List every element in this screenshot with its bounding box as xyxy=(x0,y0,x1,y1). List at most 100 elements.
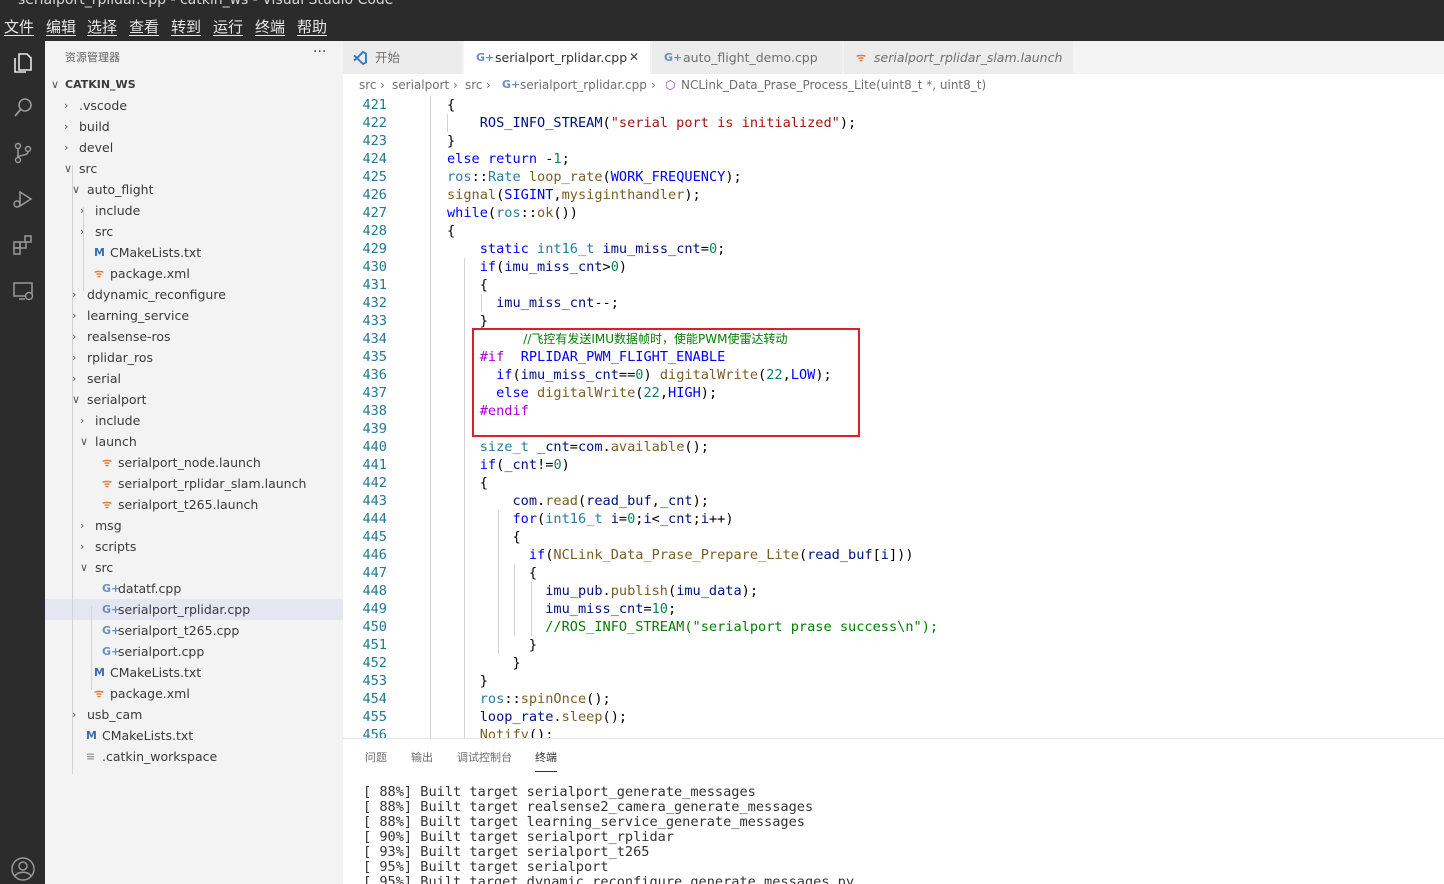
account-button[interactable] xyxy=(0,847,45,884)
tab-label: auto_flight_demo.cpp xyxy=(683,50,818,65)
tree-folder[interactable]: ∨ serialport xyxy=(45,389,343,410)
more-actions-button[interactable]: ··· xyxy=(313,44,326,60)
breadcrumb-item[interactable]: serialport xyxy=(392,74,449,96)
tab-welcome[interactable]: 开始 xyxy=(343,41,463,74)
tree-file[interactable]: G+ serialport.cpp xyxy=(45,641,343,662)
tree-file[interactable]: G+ datatf.cpp xyxy=(45,578,343,599)
tree-folder[interactable]: › learning_service xyxy=(45,305,343,326)
remote-explorer-button[interactable] xyxy=(0,269,45,313)
tab-serialport-rplidar-cpp[interactable]: G+ serialport_rplidar.cpp ✕ xyxy=(464,41,651,74)
tree-folder[interactable]: › src xyxy=(45,221,343,242)
code-line: { xyxy=(447,223,456,239)
tab-problems[interactable]: 问题 xyxy=(365,749,387,765)
title-bar: serialport_rplidar.cpp - catkin_ws - Vis… xyxy=(0,0,1444,13)
menu-edit[interactable]: 编辑 xyxy=(46,18,76,36)
cpp-file-icon: G+ xyxy=(502,78,521,91)
workspace-root[interactable]: ∨ CATKIN_WS xyxy=(45,74,343,95)
menu-go[interactable]: 转到 xyxy=(171,18,201,36)
tree-folder[interactable]: ∨ src xyxy=(45,158,343,179)
tree-folder[interactable]: ∨ src xyxy=(45,557,343,578)
chevron-right-icon: › xyxy=(64,120,69,133)
tree-file[interactable]: ᯤ package.xml xyxy=(45,263,343,284)
extensions-button[interactable] xyxy=(0,223,45,267)
line-number: 428 xyxy=(362,223,387,239)
tree-file[interactable]: M CMakeLists.txt xyxy=(45,242,343,263)
tab-label: serialport_rplidar_slam.launch xyxy=(874,50,1063,65)
chevron-right-icon: › xyxy=(80,221,90,242)
code-line: { xyxy=(447,277,488,293)
code-line: imu_pub.publish(imu_data); xyxy=(545,583,759,599)
tree-label: serial xyxy=(87,371,121,386)
code-line: loop_rate.sleep(); xyxy=(479,709,628,725)
menu-help[interactable]: 帮助 xyxy=(297,18,327,36)
explorer-button[interactable] xyxy=(0,41,45,85)
tree-folder[interactable]: › .vscode xyxy=(45,95,343,116)
tree-file[interactable]: ≡ .catkin_workspace xyxy=(45,746,343,767)
tree-file[interactable]: M CMakeLists.txt xyxy=(45,662,343,683)
run-debug-button[interactable] xyxy=(0,177,45,221)
remote-explorer-icon xyxy=(12,282,33,301)
menu-selection[interactable]: 选择 xyxy=(87,18,117,36)
tree-folder[interactable]: ∨ auto_flight xyxy=(45,179,343,200)
code-line: { xyxy=(447,565,538,581)
search-icon xyxy=(13,98,32,117)
tree-folder[interactable]: ∨ launch xyxy=(45,431,343,452)
tree-folder[interactable]: › build xyxy=(45,116,343,137)
tab-terminal[interactable]: 终端 xyxy=(535,749,557,772)
breadcrumb-item[interactable]: src xyxy=(359,74,377,96)
tab-output[interactable]: 输出 xyxy=(411,749,433,765)
extensions-icon xyxy=(12,235,32,255)
explorer-title: 资源管理器 xyxy=(65,51,120,64)
tree-file[interactable]: G+ serialport_rplidar.cpp xyxy=(45,599,343,620)
code-line: { xyxy=(447,529,521,545)
line-number: 446 xyxy=(362,547,387,563)
tree-folder[interactable]: › devel xyxy=(45,137,343,158)
breadcrumb-item[interactable]: serialport_rplidar.cpp xyxy=(520,74,647,96)
code-editor[interactable]: 421 422 423 424 425 426 427 428 429 430 431 432 433 4… xyxy=(343,96,1444,738)
breadcrumb-item[interactable]: src xyxy=(465,74,483,96)
line-number: 442 xyxy=(362,475,387,491)
tree-folder[interactable]: › realsense-ros xyxy=(45,326,343,347)
tab-serialport-rplidar-slam-launch[interactable]: ᯤ serialport_rplidar_slam.launch xyxy=(844,41,1074,74)
tree-file[interactable]: M CMakeLists.txt xyxy=(45,725,343,746)
menu-view[interactable]: 查看 xyxy=(129,18,159,36)
chevron-right-icon: › xyxy=(64,99,69,112)
tree-folder[interactable]: › ddynamic_reconfigure xyxy=(45,284,343,305)
tab-auto-flight-demo-cpp[interactable]: G+ auto_flight_demo.cpp xyxy=(652,41,843,74)
tree-file[interactable]: G+ serialport_t265.cpp xyxy=(45,620,343,641)
code-line: //ROS_INFO_STREAM("serialport prase succ… xyxy=(545,619,939,635)
tree-folder[interactable]: › include xyxy=(45,200,343,221)
line-number: 438 xyxy=(362,403,387,419)
tree-folder[interactable]: › scripts xyxy=(45,536,343,557)
breadcrumb-item[interactable]: NCLink_Data_Prase_Process_Lite(uint8_t *… xyxy=(681,74,986,96)
menu-run[interactable]: 运行 xyxy=(213,18,243,36)
files-icon xyxy=(13,53,32,73)
line-number: 435 xyxy=(362,349,387,365)
close-icon[interactable]: ✕ xyxy=(629,41,639,74)
tree-label: CMakeLists.txt xyxy=(110,665,202,680)
xml-file-icon: ᯤ xyxy=(94,267,105,280)
tree-file[interactable]: ᯤ serialport_t265.launch xyxy=(45,494,343,515)
menu-terminal[interactable]: 终端 xyxy=(255,18,285,36)
code-line: ROS_INFO_STREAM("serial port is initiali… xyxy=(479,115,857,131)
tree-file[interactable]: ᯤ package.xml xyxy=(45,683,343,704)
tree-folder[interactable]: › rplidar_ros xyxy=(45,347,343,368)
tab-debug-console[interactable]: 调试控制台 xyxy=(457,749,512,765)
line-number: 429 xyxy=(362,241,387,257)
source-control-button[interactable] xyxy=(0,131,45,175)
tree-folder[interactable]: › include xyxy=(45,410,343,431)
menu-file[interactable]: 文件 xyxy=(4,18,34,36)
line-number: 451 xyxy=(362,637,387,653)
tree-label: serialport_rplidar.cpp xyxy=(118,602,251,617)
source-control-icon xyxy=(14,142,31,164)
tree-file[interactable]: ᯤ serialport_rplidar_slam.launch xyxy=(45,473,343,494)
search-button[interactable] xyxy=(0,85,45,129)
tree-label: serialport_node.launch xyxy=(118,455,261,470)
breadcrumb: src › serialport › src › G+ serialport_r… xyxy=(343,74,1444,96)
tree-label: package.xml xyxy=(110,266,190,281)
tree-label: serialport_t265.cpp xyxy=(118,623,240,638)
tree-folder[interactable]: › serial xyxy=(45,368,343,389)
tree-file[interactable]: ᯤ serialport_node.launch xyxy=(45,452,343,473)
tree-folder[interactable]: › msg xyxy=(45,515,343,536)
tree-folder[interactable]: › usb_cam xyxy=(45,704,343,725)
